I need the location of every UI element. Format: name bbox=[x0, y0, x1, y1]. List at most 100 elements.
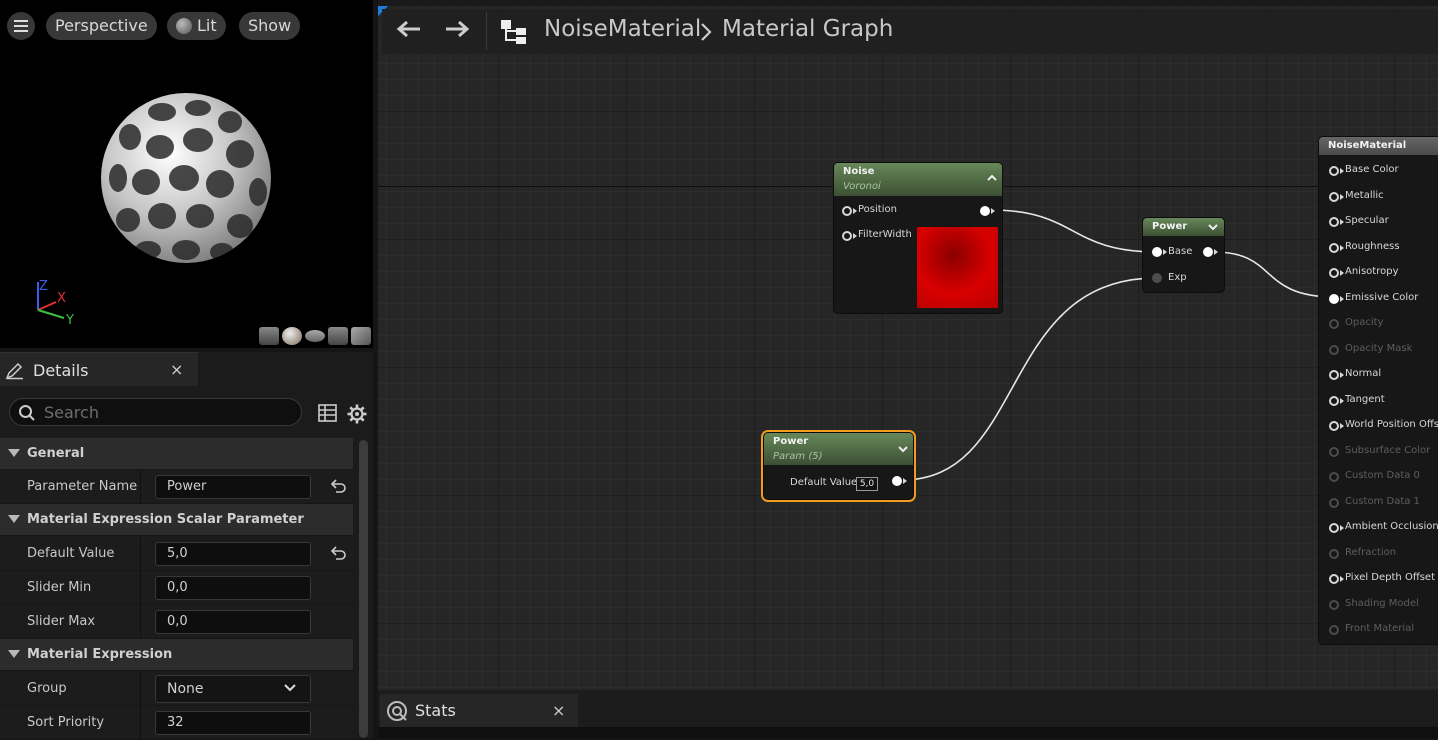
material-input-pin[interactable] bbox=[1329, 268, 1339, 278]
material-pin-label: Specular bbox=[1345, 215, 1389, 226]
prop-parameter-name: Parameter Name Power bbox=[0, 470, 353, 504]
material-input-pin[interactable] bbox=[1329, 523, 1339, 533]
pin-label: Exp bbox=[1168, 272, 1187, 283]
node-subtitle: Param (5) bbox=[773, 451, 823, 462]
details-tab[interactable]: Details × bbox=[0, 352, 198, 386]
category-material-expression[interactable]: Material Expression bbox=[0, 639, 353, 671]
lit-sphere-icon bbox=[176, 18, 192, 34]
gear-icon[interactable] bbox=[347, 404, 367, 424]
cylinder-mesh-icon[interactable] bbox=[259, 327, 279, 345]
material-pin-label: Base Color bbox=[1345, 164, 1399, 175]
base-input-pin[interactable] bbox=[1152, 247, 1162, 257]
category-scalar-parameter[interactable]: Material Expression Scalar Parameter bbox=[0, 504, 353, 536]
details-scrollbar[interactable] bbox=[359, 440, 368, 738]
category-scalar-label: Material Expression Scalar Parameter bbox=[27, 512, 304, 527]
material-input-pin[interactable] bbox=[1329, 599, 1339, 610]
details-close-button[interactable]: × bbox=[170, 360, 183, 379]
category-general-label: General bbox=[27, 446, 85, 461]
parameter-name-field[interactable]: Power bbox=[155, 475, 311, 499]
prop-slider-min: Slider Min 0,0 bbox=[0, 571, 353, 605]
material-input-pin[interactable] bbox=[1329, 446, 1339, 457]
material-input-pin[interactable] bbox=[1329, 217, 1339, 227]
cube-mesh-icon[interactable] bbox=[328, 327, 348, 345]
material-result-node[interactable]: NoiseMaterial Base Color Metallic Specular… bbox=[1319, 137, 1438, 644]
filterwidth-input-pin[interactable] bbox=[842, 231, 852, 241]
table-view-icon[interactable] bbox=[318, 404, 337, 422]
exp-input-pin[interactable] bbox=[1152, 273, 1162, 283]
material-input-pin[interactable] bbox=[1329, 625, 1339, 635]
default-value-inline-field[interactable]: 5,0 bbox=[856, 477, 878, 491]
custom-mesh-icon[interactable] bbox=[351, 327, 371, 345]
material-pin-label: Custom Data 1 bbox=[1345, 495, 1420, 507]
axis-gizmo: Z X Y bbox=[37, 279, 74, 328]
material-pin-label: Roughness bbox=[1345, 240, 1400, 252]
noise-preview-thumbnail bbox=[917, 227, 998, 308]
material-input-pin[interactable] bbox=[1329, 370, 1339, 380]
material-input-pin[interactable] bbox=[1329, 497, 1339, 508]
position-input-pin[interactable] bbox=[842, 206, 852, 216]
noise-output-pin[interactable] bbox=[980, 206, 990, 216]
material-preview-viewport[interactable]: Perspective Lit Show Z X Y bbox=[0, 0, 373, 348]
slider-max-field[interactable]: 0,0 bbox=[155, 610, 311, 634]
prop-label: Group bbox=[27, 681, 67, 696]
node-title: Power bbox=[1152, 221, 1188, 232]
material-input-pin[interactable] bbox=[1329, 293, 1339, 304]
sphere-mesh-icon[interactable] bbox=[282, 327, 302, 345]
material-pin-label: Front Material bbox=[1345, 623, 1415, 634]
chevron-up-icon[interactable] bbox=[987, 174, 997, 182]
power-output-pin[interactable] bbox=[1203, 247, 1213, 257]
material-pin-label: Pixel Depth Offset bbox=[1345, 572, 1435, 583]
collapse-arrow-icon bbox=[8, 650, 20, 658]
slider-min-field[interactable]: 0,0 bbox=[155, 576, 311, 600]
show-flags-button[interactable]: Show bbox=[239, 12, 301, 40]
group-dropdown[interactable]: None bbox=[155, 675, 311, 703]
collapse-arrow-icon bbox=[8, 449, 20, 457]
chevron-down-icon[interactable] bbox=[1208, 223, 1218, 231]
pin-label: Position bbox=[858, 204, 897, 215]
material-input-pin[interactable] bbox=[1329, 395, 1339, 406]
noise-node[interactable]: Noise Voronoi Position FilterWidth bbox=[834, 163, 1002, 313]
default-value-field[interactable]: 5,0 bbox=[155, 542, 311, 566]
material-input-pin[interactable] bbox=[1329, 548, 1339, 559]
axis-x-label: X bbox=[57, 291, 66, 306]
material-input-pin[interactable] bbox=[1329, 574, 1339, 584]
material-pin-label: Shading Model bbox=[1345, 597, 1419, 609]
perspective-button[interactable]: Perspective bbox=[46, 12, 157, 40]
lit-view-mode-button[interactable]: Lit bbox=[167, 12, 226, 40]
viewport-menu-button[interactable] bbox=[7, 12, 35, 40]
reset-to-default-icon[interactable] bbox=[330, 545, 346, 561]
chevron-down-icon[interactable] bbox=[898, 445, 908, 453]
material-pin-label: Anisotropy bbox=[1345, 266, 1399, 277]
material-graph-canvas[interactable]: NoiseMaterial Material Graph Noise Voron… bbox=[378, 0, 1438, 690]
material-input-pin[interactable] bbox=[1329, 344, 1339, 355]
lit-label: Lit bbox=[197, 16, 217, 35]
plane-mesh-icon[interactable] bbox=[305, 330, 325, 342]
material-input-pin[interactable] bbox=[1329, 191, 1339, 202]
prop-label: Sort Priority bbox=[27, 715, 105, 730]
group-value: None bbox=[167, 681, 204, 697]
prop-label: Parameter Name bbox=[27, 479, 138, 494]
node-title: Power bbox=[773, 436, 809, 447]
prop-sort-priority: Sort Priority 32 bbox=[0, 706, 353, 740]
reset-to-default-icon[interactable] bbox=[330, 478, 346, 494]
stats-icon bbox=[387, 701, 407, 721]
preview-mesh-selector bbox=[259, 327, 371, 345]
material-input-pin[interactable] bbox=[1329, 242, 1339, 253]
details-search-input[interactable]: Search bbox=[9, 398, 302, 426]
power-node[interactable]: Power Base Exp bbox=[1143, 218, 1224, 292]
stats-close-button[interactable]: × bbox=[552, 701, 565, 720]
material-input-pin[interactable] bbox=[1329, 166, 1339, 176]
node-title: NoiseMaterial bbox=[1328, 140, 1407, 151]
material-input-pin[interactable] bbox=[1329, 472, 1339, 482]
material-pin-label: Custom Data 0 bbox=[1345, 470, 1420, 481]
material-input-pin[interactable] bbox=[1329, 421, 1339, 431]
stats-tab[interactable]: Stats × bbox=[380, 694, 578, 727]
sort-priority-field[interactable]: 32 bbox=[155, 711, 311, 735]
category-general[interactable]: General bbox=[0, 438, 353, 470]
power-param-node[interactable]: Power Param (5) Default Value 5,0 bbox=[761, 430, 916, 502]
material-pin-label: Opacity Mask bbox=[1345, 342, 1413, 354]
category-expression-label: Material Expression bbox=[27, 647, 173, 662]
material-input-pin[interactable] bbox=[1329, 319, 1339, 329]
pin-label: FilterWidth bbox=[858, 229, 912, 240]
param-output-pin[interactable] bbox=[892, 476, 902, 486]
